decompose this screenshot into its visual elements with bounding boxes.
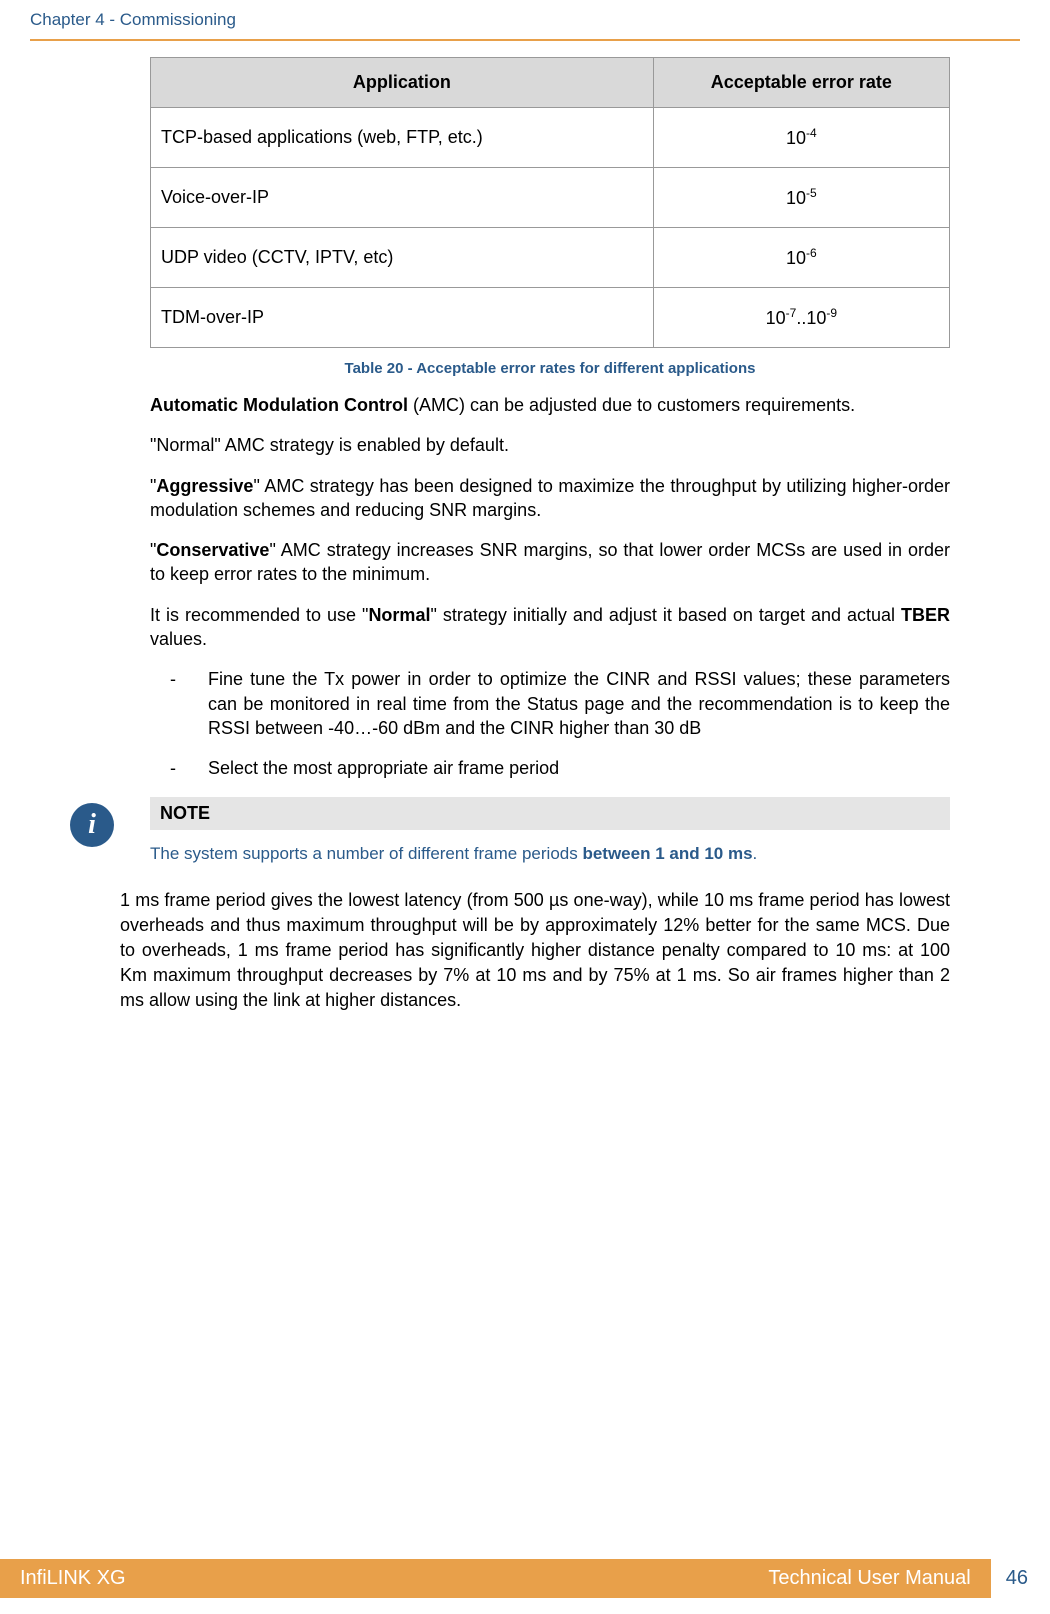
footer-product: InfiLINK XG (20, 1567, 126, 1590)
table-row: TCP-based applications (web, FTP, etc.) … (151, 108, 950, 168)
paragraph-frame-period: 1 ms frame period gives the lowest laten… (120, 888, 950, 1014)
note-block: i NOTE The system supports a number of d… (70, 797, 950, 864)
page-header: Chapter 4 - Commissioning (0, 0, 1050, 35)
list-item: Select the most appropriate air frame pe… (170, 756, 950, 780)
cell-rate: 10-6 (653, 228, 949, 288)
table-row: Voice-over-IP 10-5 (151, 168, 950, 228)
footer-bar: InfiLINK XG Technical User Manual (0, 1559, 991, 1598)
chapter-title: Chapter 4 - Commissioning (30, 10, 236, 29)
cell-app: Voice-over-IP (151, 168, 654, 228)
paragraph-conservative: "Conservative" AMC strategy increases SN… (150, 538, 950, 587)
table-row: UDP video (CCTV, IPTV, etc) 10-6 (151, 228, 950, 288)
table-header-application: Application (151, 58, 654, 108)
page-footer: InfiLINK XG Technical User Manual 46 (0, 1559, 1050, 1598)
info-icon: i (70, 803, 114, 847)
table-row: TDM-over-IP 10-7..10-9 (151, 288, 950, 348)
table-header-error-rate: Acceptable error rate (653, 58, 949, 108)
list-item: Fine tune the Tx power in order to optim… (170, 667, 950, 740)
paragraph-amc-intro: Automatic Modulation Control (AMC) can b… (150, 393, 950, 417)
main-content: Application Acceptable error rate TCP-ba… (0, 41, 1050, 1014)
note-content: NOTE The system supports a number of dif… (150, 797, 950, 864)
cell-app: TCP-based applications (web, FTP, etc.) (151, 108, 654, 168)
table-caption: Table 20 - Acceptable error rates for di… (150, 360, 950, 377)
paragraph-normal: "Normal" AMC strategy is enabled by defa… (150, 433, 950, 457)
paragraph-aggressive: "Aggressive" AMC strategy has been desig… (150, 474, 950, 523)
note-title: NOTE (150, 797, 950, 830)
cell-rate: 10-5 (653, 168, 949, 228)
note-text: The system supports a number of differen… (150, 830, 950, 864)
footer-doc: Technical User Manual (768, 1567, 970, 1590)
error-rate-table: Application Acceptable error rate TCP-ba… (150, 57, 950, 348)
paragraph-recommendation: It is recommended to use "Normal" strate… (150, 603, 950, 652)
cell-rate: 10-4 (653, 108, 949, 168)
footer-page-number: 46 (1006, 1567, 1050, 1590)
cell-app: UDP video (CCTV, IPTV, etc) (151, 228, 654, 288)
cell-rate: 10-7..10-9 (653, 288, 949, 348)
cell-app: TDM-over-IP (151, 288, 654, 348)
bullet-list: Fine tune the Tx power in order to optim… (170, 667, 950, 780)
